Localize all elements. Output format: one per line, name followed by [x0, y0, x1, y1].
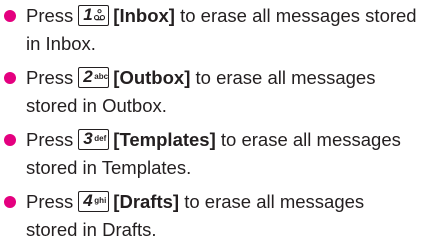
list-item-outbox: Press 2 abc [Outbox] to erase all messages … [0, 64, 428, 120]
item-line-1: Press 2 abc [Outbox] to erase all messages [26, 64, 428, 92]
press-text: Press [26, 129, 74, 150]
bullet-icon [4, 72, 16, 84]
item-line-1: Press 4 ghi [Drafts] to erase all messages [26, 188, 428, 216]
key-number: 3 [83, 129, 93, 148]
drafts-label: [Drafts] [113, 191, 180, 212]
list-item-inbox: Press 1 [Inbox] to erase all messages stor… [0, 2, 428, 58]
press-text: Press [26, 5, 74, 26]
key-letters: ghi [94, 196, 107, 205]
item-line-1-rest: to erase all messages [184, 191, 365, 212]
press-text: Press [26, 67, 74, 88]
item-line-1-rest: to erase all messages stored [180, 5, 417, 26]
key-number: 2 [83, 67, 93, 86]
bullet-icon [4, 196, 16, 208]
item-line-1-rest: to erase all messages [195, 67, 376, 88]
item-line-2: stored in Outbox. [26, 95, 167, 116]
instruction-list: Press 1 [Inbox] to erase all messages stor… [0, 2, 428, 250]
key-number: 1 [83, 5, 93, 24]
key-2-icon: 2 abc [78, 67, 110, 88]
key-number: 4 [83, 191, 93, 210]
item-line-2: in Inbox. [26, 33, 96, 54]
item-line-1: Press 1 [Inbox] to erase all messages stor… [26, 2, 428, 30]
list-item-templates: Press 3 def [Templates] to erase all messag… [0, 126, 428, 182]
key-letters: def [94, 134, 107, 143]
voicemail-icon [94, 9, 106, 21]
templates-label: [Templates] [113, 129, 216, 150]
key-1-icon: 1 [78, 5, 110, 26]
list-item-drafts: Press 4 ghi [Drafts] to erase all messages … [0, 188, 428, 244]
key-letters: abc [94, 72, 109, 81]
bullet-icon [4, 134, 16, 146]
key-3-icon: 3 def [78, 129, 110, 150]
inbox-label: [Inbox] [113, 5, 175, 26]
outbox-label: [Outbox] [113, 67, 191, 88]
item-line-1: Press 3 def [Templates] to erase all messag… [26, 126, 428, 154]
press-text: Press [26, 191, 74, 212]
bullet-icon [4, 10, 16, 22]
item-line-1-rest: to erase all messages [220, 129, 401, 150]
item-line-2: stored in Templates. [26, 157, 192, 178]
item-line-2: stored in Drafts. [26, 219, 157, 240]
key-4-icon: 4 ghi [78, 191, 110, 212]
